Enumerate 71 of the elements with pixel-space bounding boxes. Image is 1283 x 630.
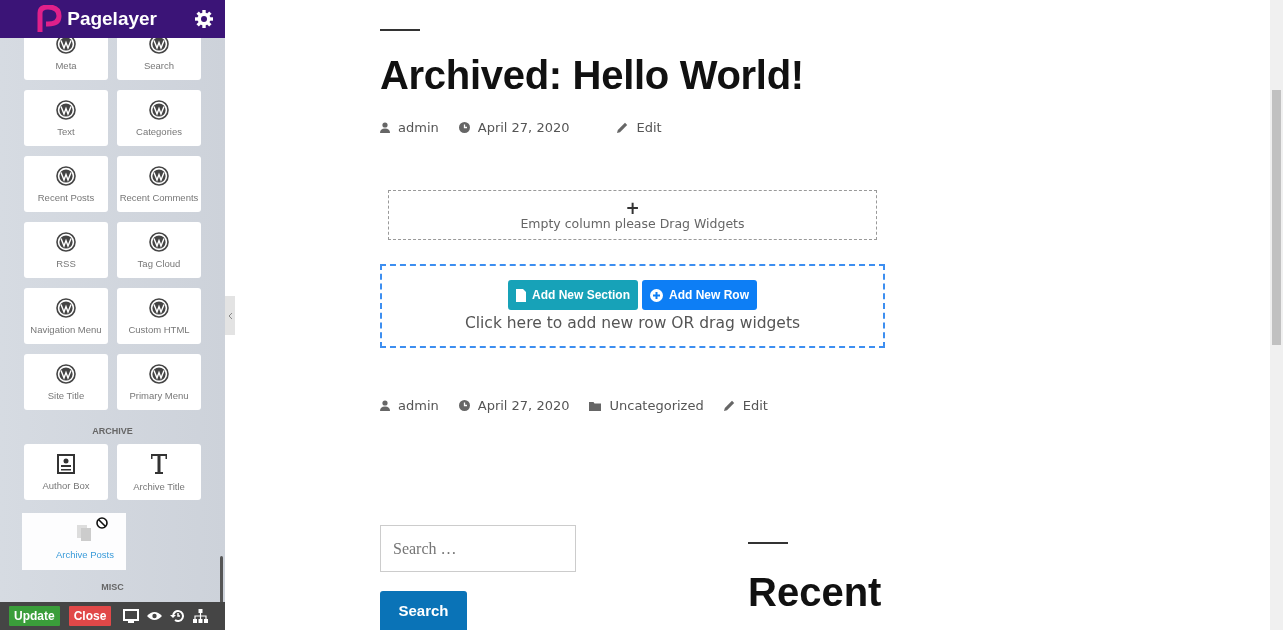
update-button[interactable]: Update: [9, 606, 60, 626]
widget-tile[interactable]: Recent Posts: [24, 156, 108, 212]
edit-link[interactable]: Edit: [636, 120, 662, 135]
pencil-icon: [723, 400, 735, 411]
wordpress-icon: [149, 99, 169, 120]
clock-icon: [458, 400, 470, 411]
logo-icon: [35, 5, 64, 33]
plus-icon: +: [625, 199, 640, 216]
empty-column-text: Empty column please Drag Widgets: [520, 215, 745, 231]
settings-icon[interactable]: [195, 10, 213, 28]
widget-tile[interactable]: Custom HTML: [117, 288, 201, 344]
search-button[interactable]: Search: [380, 591, 467, 630]
sitemap-icon[interactable]: [193, 609, 209, 623]
empty-column[interactable]: + Empty column please Drag Widgets: [388, 190, 877, 240]
widget-tile[interactable]: Meta: [24, 38, 108, 80]
person-icon: [380, 122, 390, 133]
add-row-area[interactable]: Add New Section Add New Row Click here to add new row OR drag widgets: [380, 264, 885, 348]
letter-t-icon: [150, 452, 168, 475]
wordpress-icon: [149, 38, 169, 54]
history-icon[interactable]: [170, 609, 186, 623]
eye-icon[interactable]: [147, 611, 163, 621]
wordpress-icon: [56, 297, 76, 318]
widget-tile[interactable]: Author Box: [24, 444, 108, 500]
meta-text: admin: [398, 398, 439, 413]
meta-text: April 27, 2020: [477, 398, 570, 413]
wordpress-icon: [56, 231, 76, 252]
add-row-hint: Click here to add new row OR drag widgets: [464, 314, 801, 332]
wordpress-icon: [56, 165, 76, 186]
wordpress-icon: [149, 231, 169, 252]
document-icon: [516, 288, 526, 302]
widget-tile[interactable]: Archive Title: [117, 444, 201, 500]
person-icon: [380, 400, 390, 411]
wordpress-icon: [149, 297, 169, 318]
widget-tile[interactable]: Categories: [117, 90, 201, 146]
wordpress-icon: [56, 99, 76, 120]
folder-icon: [589, 400, 602, 411]
add-section-button[interactable]: Add New Section: [508, 280, 638, 310]
not-allowed-icon: [96, 517, 108, 529]
widget-tile[interactable]: Search: [117, 38, 201, 80]
wordpress-icon: [56, 363, 76, 384]
section-heading: MISC: [100, 581, 125, 594]
meta-text: admin: [398, 120, 439, 135]
post-title: Archived: Hello World!: [380, 53, 805, 98]
desktop-icon[interactable]: [123, 608, 140, 624]
add-row-button[interactable]: Add New Row: [642, 280, 757, 310]
scrollbar-thumb[interactable]: [1272, 90, 1281, 345]
widget-tile[interactable]: Site Title: [24, 354, 108, 410]
wordpress-icon: [149, 363, 169, 384]
pencil-icon: [617, 122, 629, 133]
widget-tile[interactable]: RSS: [24, 222, 108, 278]
widget-tile[interactable]: Navigation Menu: [24, 288, 108, 344]
documents-icon: [76, 523, 92, 542]
dragged-widget[interactable]: Archive Posts: [22, 513, 126, 570]
widget-heading: Recent: [748, 570, 882, 615]
widget-tile[interactable]: Text: [24, 90, 108, 146]
meta-text[interactable]: Uncategorized: [609, 398, 704, 413]
search-field[interactable]: Search …: [380, 525, 576, 572]
meta-text: April 27, 2020: [477, 120, 570, 135]
wordpress-icon: [149, 165, 169, 186]
collapse-handle[interactable]: [225, 296, 235, 335]
close-button[interactable]: Close: [68, 606, 112, 626]
brand-name: Pagelayer: [67, 8, 157, 30]
wordpress-icon: [56, 38, 76, 54]
plus-circle-icon: [650, 288, 663, 302]
widget-tile[interactable]: Recent Comments: [117, 156, 201, 212]
author-box-icon: [57, 453, 75, 474]
widget-tile[interactable]: Tag Cloud: [117, 222, 201, 278]
section-heading: ARCHIVE: [91, 425, 134, 438]
widget-tile[interactable]: Primary Menu: [117, 354, 201, 410]
clock-icon: [458, 122, 470, 133]
edit-link[interactable]: Edit: [742, 398, 768, 413]
